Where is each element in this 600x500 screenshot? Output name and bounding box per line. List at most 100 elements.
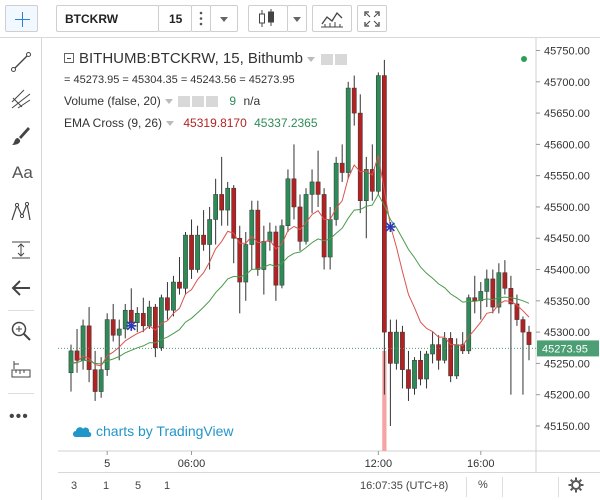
text-tool[interactable]: Aa (4, 158, 38, 190)
price-tick-label: 45650.00 (544, 108, 590, 120)
candle-body (454, 344, 460, 377)
price-tick-label: 45200.00 (544, 390, 590, 402)
settings-icon[interactable] (321, 53, 334, 65)
range-button-1m[interactable]: 1 (103, 480, 109, 492)
remove-drawings-tool[interactable] (4, 272, 38, 304)
price-tick-label: 45550.00 (544, 171, 590, 183)
trend-line-tool[interactable] (4, 46, 38, 78)
measure-tool[interactable] (4, 234, 38, 266)
chart-style-button[interactable] (248, 5, 288, 32)
candle-body (243, 244, 249, 283)
candle-body (369, 169, 375, 192)
gear-icon (568, 477, 584, 493)
ruler-icon (11, 361, 31, 378)
candle-body (484, 278, 490, 292)
indicators-icon (321, 11, 343, 28)
fullscreen-button[interactable] (357, 5, 387, 32)
candle-body (351, 87, 357, 114)
crosshair-tool-button[interactable] (5, 5, 38, 32)
divider (558, 477, 559, 497)
candle-body (86, 325, 92, 370)
time-tick-label: 16:00 (467, 458, 495, 470)
candle-body (526, 331, 532, 345)
candle-body (207, 219, 212, 245)
candle-body (213, 194, 218, 220)
price-tick-label: 45600.00 (544, 139, 590, 151)
drawing-toolbar: Aa ••• (0, 38, 42, 500)
chart-style-dropdown[interactable] (287, 5, 307, 32)
measure-icon (12, 241, 30, 259)
connection-status-dot (521, 56, 527, 62)
chevron-down-icon (220, 16, 228, 22)
candle-body (92, 369, 98, 392)
ema-label: EMA Cross (9, 26) (64, 116, 163, 130)
volume-label: Volume (false, 20) (64, 94, 161, 108)
candle-body (430, 344, 435, 355)
series-title-row[interactable]: BITHUMB:BTCKRW, 15, Bithumb (64, 50, 348, 67)
crosshair-icon (15, 12, 30, 27)
candle-body (303, 194, 309, 242)
back-arrow-icon (11, 280, 30, 296)
price-tick-label: 45400.00 (544, 265, 590, 277)
range-button-1y[interactable]: 1 (164, 480, 170, 492)
candle-body (406, 369, 411, 389)
volume-value: 9 (229, 94, 237, 108)
candle-body (472, 297, 478, 302)
candle-body (231, 187, 237, 239)
settings-button[interactable] (568, 477, 584, 496)
brush-icon (12, 127, 30, 145)
divider (466, 477, 467, 497)
chevron-down-icon (293, 16, 301, 22)
pattern-tool[interactable] (4, 196, 38, 228)
trend-line-icon (11, 52, 31, 72)
percent-scale-button[interactable]: % (478, 479, 488, 491)
candle-body (134, 313, 140, 323)
candle-body (261, 241, 267, 270)
ruler-tool[interactable] (4, 353, 38, 385)
candle-body (285, 178, 291, 226)
bottom-bar: 3 1 5 1 16:07:35 (UTC+8) % (58, 472, 600, 500)
symbol-input[interactable]: BTCKRW (56, 5, 159, 32)
candle-body (363, 169, 369, 201)
price-tick-label: 45350.00 (544, 296, 590, 308)
close-icon[interactable] (335, 53, 348, 65)
chevron-down-icon[interactable] (306, 56, 315, 62)
interval-select[interactable]: 15 (158, 5, 192, 32)
candle-body (388, 331, 393, 364)
price-tick-label: 45500.00 (544, 202, 590, 214)
range-button-3d[interactable]: 3 (71, 480, 77, 492)
candle-body (424, 353, 429, 380)
candle-body (339, 162, 345, 173)
eye-icon[interactable] (178, 96, 191, 108)
pitchfork-tool[interactable] (4, 83, 38, 115)
price-tick-label: 45450.00 (544, 233, 590, 245)
candle-body (375, 75, 381, 192)
collapse-legend-icon[interactable] (64, 53, 74, 63)
brush-tool[interactable] (4, 120, 38, 152)
candle-body (225, 187, 231, 211)
watermark-text: charts by TradingView (96, 423, 234, 439)
range-button-5m[interactable]: 5 (135, 480, 141, 492)
time-tick-label: 06:00 (178, 458, 206, 470)
zoom-tool[interactable] (4, 315, 38, 347)
candle-body (116, 328, 122, 336)
ema-legend-row[interactable]: EMA Cross (9, 26) 45319.8170 45337.2365 (64, 116, 318, 130)
candle-body (165, 297, 170, 311)
more-icon[interactable]: ••• (9, 408, 29, 426)
candle-body (291, 178, 297, 208)
tradingview-watermark[interactable]: charts by TradingView (72, 423, 233, 439)
chevron-down-icon[interactable] (166, 121, 175, 127)
cloud-icon (73, 427, 92, 437)
candle-body (183, 234, 188, 289)
interval-dropdown-button[interactable] (210, 5, 238, 32)
volume-legend-row[interactable]: Volume (false, 20) 9 n/a (64, 94, 260, 108)
price-tick-label: 45750.00 (544, 46, 590, 58)
series-title: BITHUMB:BTCKRW, 15, Bithumb (79, 50, 303, 67)
close-icon[interactable] (206, 96, 219, 108)
interval-menu-button[interactable] (191, 5, 211, 32)
settings-icon[interactable] (192, 96, 205, 108)
fullscreen-icon (364, 11, 380, 27)
candle-body (309, 181, 315, 195)
chevron-down-icon[interactable] (164, 99, 173, 105)
indicators-button[interactable] (312, 5, 352, 32)
